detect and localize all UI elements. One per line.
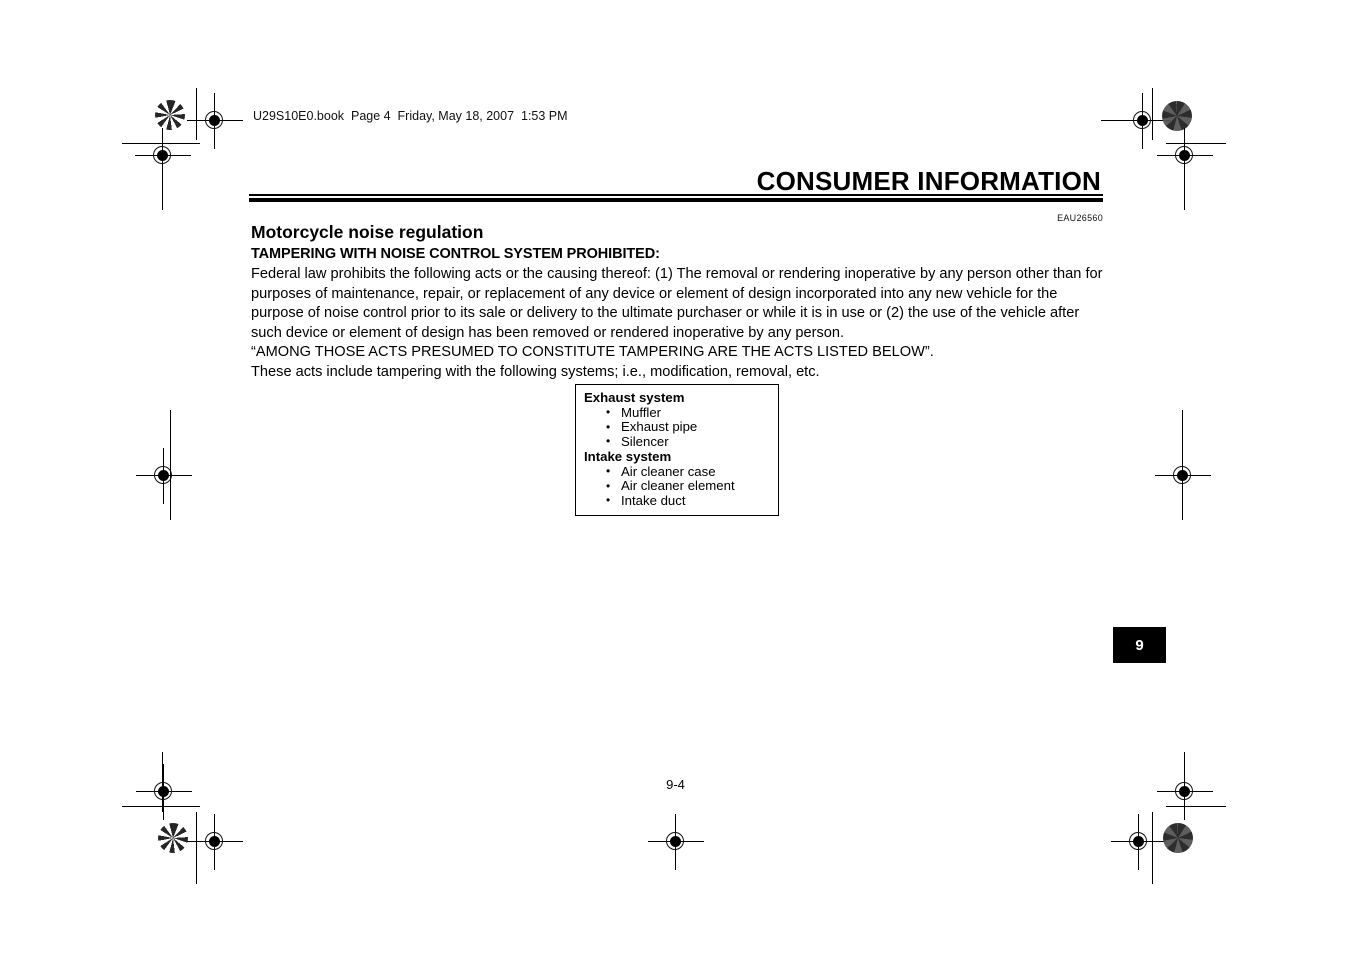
halftone-density-patch-bottom-right <box>1163 823 1193 853</box>
chapter-title: CONSUMER INFORMATION <box>756 166 1101 196</box>
sub-heading: TAMPERING WITH NOISE CONTROL SYSTEM PROH… <box>251 246 660 262</box>
trim-line-bottom-left-vertical <box>196 812 198 884</box>
list-item: Air cleaner element <box>606 479 772 494</box>
system-group-title: Intake system <box>584 449 672 465</box>
section-heading: Motorcycle noise regulation <box>251 222 484 242</box>
list-item: Silencer <box>606 434 772 450</box>
system-group-title: Exhaust system <box>584 390 685 405</box>
body-text-block: Federal law prohibits the following acts… <box>251 265 1104 383</box>
halftone-density-patch-top-right <box>1162 101 1192 131</box>
footer-page-number: 9-4 <box>666 777 685 792</box>
list-item: Air cleaner case <box>606 464 772 480</box>
trim-line-top-right-horizontal <box>1101 120 1143 122</box>
registration-mark-bottom-right-inner <box>1111 814 1167 870</box>
list-item: Intake duct <box>606 493 772 509</box>
body-paragraph: Federal law prohibits the following acts… <box>251 266 1103 341</box>
trim-line-left-vertical-top <box>162 128 164 210</box>
registration-mark-lower-left-corner <box>136 764 192 820</box>
trim-line-right-vertical-top <box>1184 128 1186 210</box>
trim-line-top-left-vertical <box>196 88 198 140</box>
halftone-density-patch-bottom-left <box>158 823 188 853</box>
body-paragraph: “AMONG THOSE ACTS PRESUMED TO CONSTITUTE… <box>251 344 934 361</box>
list-item: Muffler <box>606 405 772 421</box>
registration-mark-middle-left <box>136 448 192 504</box>
trim-line-top-right-vertical <box>1152 88 1154 140</box>
print-stamp-filename: U29S10E0.book Page 4 Friday, May 18, 200… <box>253 109 568 123</box>
trim-line-right-vertical-middle <box>1182 410 1184 520</box>
system-group-list: Muffler Exhaust pipe Silencer <box>584 405 772 450</box>
affected-systems-box: Exhaust system Muffler Exhaust pipe Sile… <box>575 384 779 516</box>
trim-line-lower-left-horizontal <box>122 806 200 808</box>
trim-line-upper-right-horizontal <box>1166 143 1226 145</box>
chapter-rule-thick <box>249 198 1103 202</box>
document-reference-code: EAU26560 <box>1057 213 1103 223</box>
trim-line-lower-right-horizontal <box>1166 806 1226 808</box>
trim-line-left-vertical-middle <box>170 410 172 520</box>
chapter-rule-thin <box>249 194 1103 196</box>
registration-mark-bottom-center <box>648 814 704 870</box>
list-item: Exhaust pipe <box>606 419 772 435</box>
body-paragraph: These acts include tampering with the fo… <box>251 363 820 380</box>
chapter-thumb-tab: 9 <box>1113 627 1166 663</box>
system-group-list: Air cleaner case Air cleaner element Int… <box>584 464 772 509</box>
halftone-density-patch-top-left <box>155 100 185 130</box>
trim-line-bottom-right-vertical <box>1152 812 1154 884</box>
manual-page: U29S10E0.book Page 4 Friday, May 18, 200… <box>0 0 1351 954</box>
trim-line-upper-left-horizontal <box>122 143 200 145</box>
